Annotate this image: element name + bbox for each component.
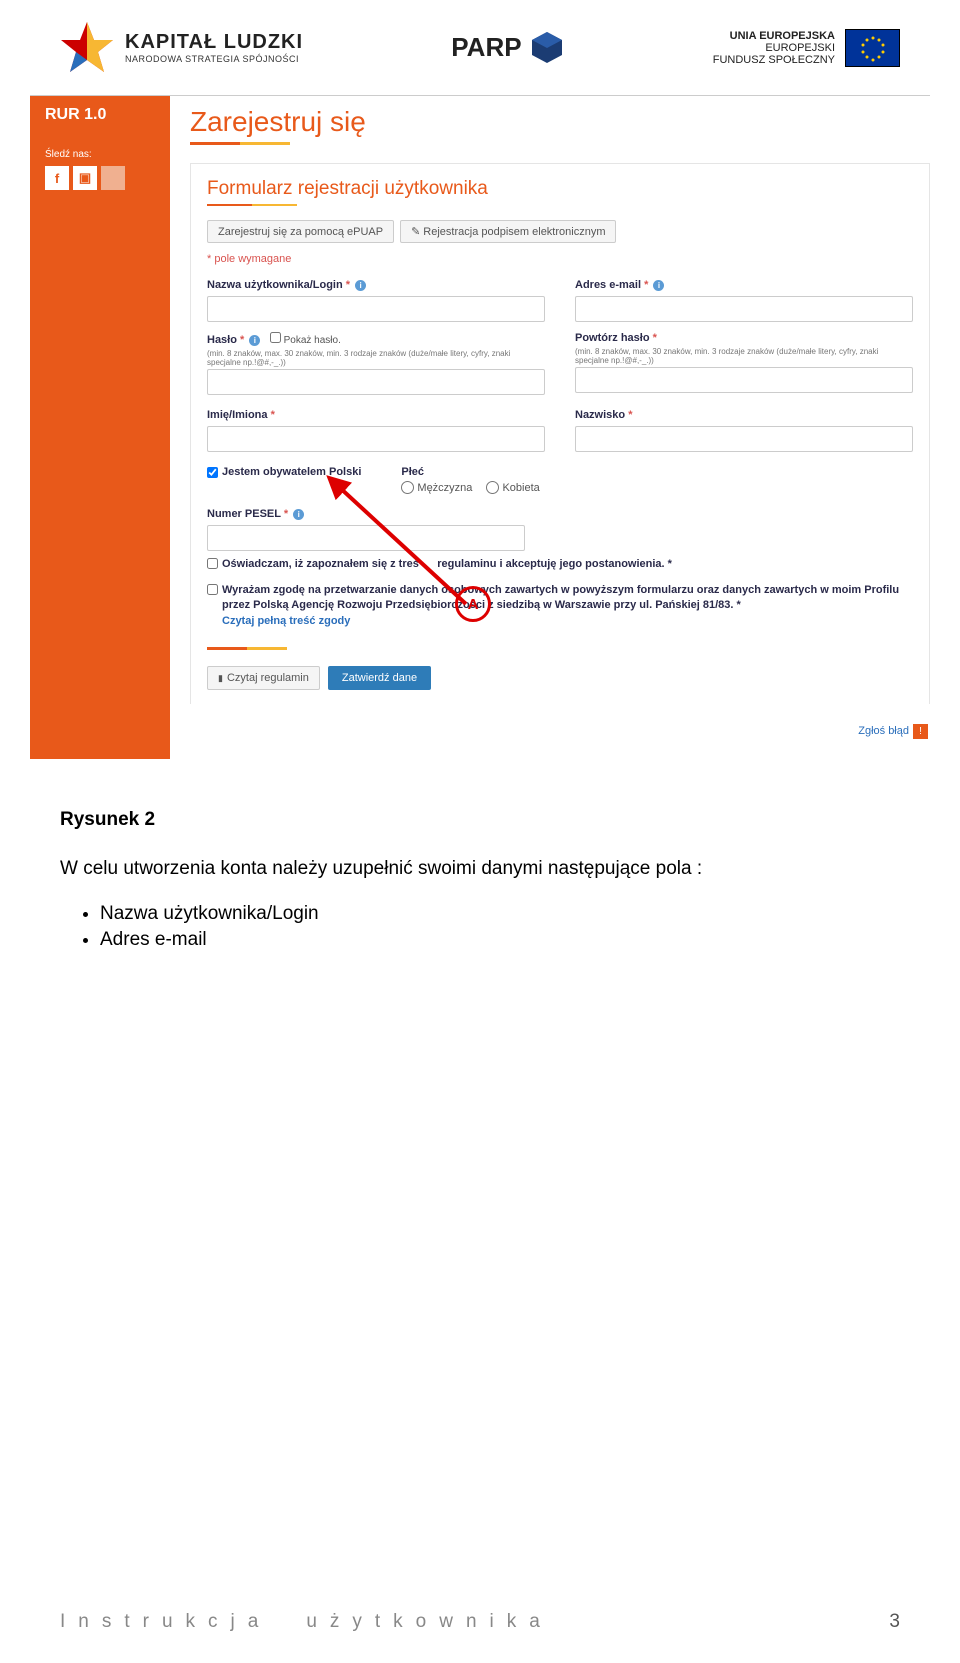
- password-label: Hasło * i: [207, 334, 260, 346]
- email-label: Adres e-mail * i: [575, 279, 664, 291]
- app-title: RUR 1.0: [45, 106, 160, 124]
- header-logos: KAPITAŁ LUDZKI NARODOWA STRATEGIA SPÓJNO…: [0, 0, 960, 95]
- login-input[interactable]: [207, 296, 545, 322]
- app-screenshot: A RUR 1.0 Śledź nas: f ▣ Zarejestruj się…: [30, 95, 930, 759]
- eu-logo: UNIA EUROPEJSKA EUROPEJSKI FUNDUSZ SPOŁE…: [713, 29, 900, 67]
- privacy-consent: Wyrażam zgodę na przetwarzanie danych os…: [207, 583, 913, 629]
- password-hint: (min. 8 znaków, max. 30 znaków, min. 3 r…: [207, 349, 545, 367]
- action-divider: [207, 647, 367, 650]
- list-item: Adres e-mail: [100, 929, 900, 951]
- show-password-checkbox[interactable]: [270, 332, 281, 343]
- page-footer: Instrukcja użytkownika 3: [60, 1611, 900, 1633]
- social-buttons: f ▣: [45, 166, 160, 190]
- privacy-checkbox[interactable]: [207, 584, 218, 595]
- registration-form: Formularz rejestracji użytkownika Zareje…: [190, 163, 930, 704]
- info-icon[interactable]: i: [355, 280, 366, 291]
- signature-button[interactable]: Rejestracja podpisem elektronicznym: [400, 220, 616, 243]
- password-repeat-label: Powtórz hasło *: [575, 332, 657, 344]
- read-terms-button[interactable]: Czytaj regulamin: [207, 666, 320, 690]
- follow-label: Śledź nas:: [45, 149, 160, 160]
- submit-button[interactable]: Zatwierdź dane: [328, 666, 431, 690]
- parp-logo: PARP: [451, 30, 564, 65]
- citizen-checkbox[interactable]: [207, 467, 218, 478]
- login-label: Nazwa użytkownika/Login * i: [207, 279, 366, 291]
- pesel-label: Numer PESEL * i: [207, 508, 304, 520]
- info-icon[interactable]: i: [653, 280, 664, 291]
- firstname-input[interactable]: [207, 426, 545, 452]
- email-input[interactable]: [575, 296, 913, 322]
- password-repeat-hint: (min. 8 znaków, max. 30 znaków, min. 3 r…: [575, 347, 913, 365]
- report-error-link[interactable]: Zgłoś błąd: [858, 725, 909, 737]
- parp-label: PARP: [451, 32, 521, 63]
- kl-title: KAPITAŁ LUDZKI: [125, 31, 303, 54]
- required-note: * pole wymagane: [207, 253, 913, 265]
- epuap-button[interactable]: Zarejestruj się za pomocą ePUAP: [207, 220, 394, 243]
- eu-text: UNIA EUROPEJSKA EUROPEJSKI FUNDUSZ SPOŁE…: [713, 30, 835, 66]
- field-list: Nazwa użytkownika/Login Adres e-mail: [100, 903, 900, 951]
- title-underline: [190, 142, 390, 145]
- footer-title: Instrukcja użytkownika: [60, 1611, 553, 1633]
- kl-subtitle: NARODOWA STRATEGIA SPÓJNOŚCI: [125, 54, 303, 64]
- page-number: 3: [889, 1611, 900, 1633]
- password-input[interactable]: [207, 369, 545, 395]
- lastname-label: Nazwisko *: [575, 409, 632, 421]
- facebook-button[interactable]: f: [45, 166, 69, 190]
- sidebar: RUR 1.0 Śledź nas: f ▣: [30, 96, 170, 759]
- lastname-input[interactable]: [575, 426, 913, 452]
- report-error-icon[interactable]: !: [913, 724, 928, 739]
- annotation-marker-a: A: [455, 586, 491, 622]
- terms-consent: Oświadczam, iż zapoznałem się z treścią …: [207, 557, 913, 572]
- main-content: Zarejestruj się Formularz rejestracji uż…: [190, 96, 930, 759]
- page-title: Zarejestruj się: [190, 106, 930, 138]
- show-password-label: Pokaż hasło.: [284, 335, 341, 346]
- list-item: Nazwa użytkownika/Login: [100, 903, 900, 925]
- action-buttons: Czytaj regulamin Zatwierdź dane: [207, 666, 913, 690]
- auth-method-buttons: Zarejestruj się za pomocą ePUAP Rejestra…: [207, 220, 913, 243]
- parp-cube-icon: [530, 30, 565, 65]
- info-icon[interactable]: i: [249, 335, 260, 346]
- document-body: Rysunek 2 W celu utworzenia konta należy…: [0, 809, 960, 951]
- terms-checkbox[interactable]: [207, 558, 218, 569]
- social-placeholder: [101, 166, 125, 190]
- info-icon[interactable]: i: [293, 509, 304, 520]
- password-repeat-input[interactable]: [575, 367, 913, 393]
- intro-paragraph: W celu utworzenia konta należy uzupełnić…: [60, 856, 900, 883]
- eu-flag-icon: [845, 29, 900, 67]
- report-error-row: Zgłoś błąd !: [190, 724, 930, 739]
- youtube-button[interactable]: ▣: [73, 166, 97, 190]
- heading-underline: [207, 204, 387, 206]
- firstname-label: Imię/Imiona *: [207, 409, 275, 421]
- kl-star-icon: [60, 20, 115, 75]
- figure-caption: Rysunek 2: [60, 809, 900, 831]
- form-heading: Formularz rejestracji użytkownika: [207, 178, 913, 200]
- kapital-ludzki-logo: KAPITAŁ LUDZKI NARODOWA STRATEGIA SPÓJNO…: [60, 20, 303, 75]
